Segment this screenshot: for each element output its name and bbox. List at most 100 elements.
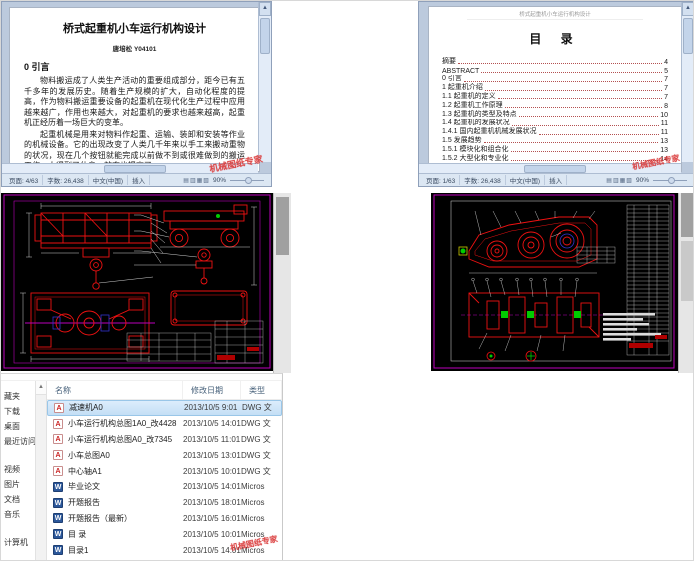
list-item[interactable]: A 中心轴A1 2013/10/5 10:01 DWG 文	[47, 463, 282, 479]
file-name: 开题报告（最新）	[68, 513, 132, 523]
view-mode-icons[interactable]: ▤▥▦▧	[603, 177, 636, 184]
list-item[interactable]: A 小车运行机构总图A0_改7345 2013/10/5 11:01 DWG 文	[47, 432, 282, 448]
toc-entry-label: 1.1 起重机的定义	[442, 92, 496, 100]
column-header-type[interactable]: 类型	[241, 381, 282, 399]
status-insert-mode: 插入	[545, 175, 568, 185]
sidebar-item[interactable]: 计算机	[1, 535, 35, 550]
file-type: DWG 文	[241, 419, 271, 429]
sidebar-item[interactable]: 音乐	[1, 507, 35, 522]
file-name: 减速机A0	[69, 403, 103, 413]
toc-entry: 1 起重机介绍 7	[442, 83, 668, 92]
toc-leader-dots	[504, 101, 663, 109]
status-wordcount: 字数: 26,438	[460, 175, 506, 185]
sidebar-item[interactable]: 图片	[1, 477, 35, 492]
status-language: 中文(中国)	[506, 175, 546, 185]
list-item[interactable]: W 毕业论文 2013/10/5 14:01 Micros	[47, 479, 282, 495]
word-file-icon: W	[53, 481, 63, 492]
file-type: DWG 文	[242, 403, 272, 413]
scroll-up-icon[interactable]: ▲	[682, 2, 693, 16]
toc-page-number: 4	[664, 58, 668, 66]
toc-leader-dots	[484, 84, 663, 91]
list-item[interactable]: W 开题报告（最新） 2013/10/5 16:01 Micros	[47, 511, 282, 527]
list-item[interactable]: A 小车运行机构总图1A0_改4428 2013/10/5 14:01 DWG 文	[47, 416, 282, 432]
sidebar-item[interactable]: 视频	[1, 462, 35, 477]
file-type: Micros	[241, 482, 265, 492]
file-explorer-window: 藏夹下载桌面最近访问的位置视频图片文档音乐计算机 ▲ 名称 修改日期 类型 A减…	[1, 373, 283, 560]
toc-page-number: 7	[664, 93, 668, 101]
file-rows: A 减速机A0 2013/10/5 9:01 DWG 文 A 小车运行机构总图1A0_改4…	[47, 400, 282, 558]
toc-leader-dots	[483, 136, 659, 144]
dwg-file-icon: A	[53, 434, 63, 445]
list-item[interactable]: A 减速机A0 2013/10/5 9:01 DWG 文	[47, 400, 282, 416]
cad-side-panel[interactable]	[273, 193, 291, 373]
vertical-scrollbar[interactable]: ▲	[681, 2, 693, 162]
toc-entry-label: 摘要	[442, 57, 456, 65]
cad-green-marker	[216, 214, 220, 218]
sidebar-item[interactable]: 文档	[1, 492, 35, 507]
word-file-icon: W	[53, 529, 63, 540]
toc-entry-label: 1.2 起重机工作原理	[442, 101, 503, 109]
sidebar-item[interactable]: 藏夹	[1, 389, 35, 404]
scroll-up-icon[interactable]: ▲	[259, 2, 271, 16]
toc-leader-dots	[463, 75, 663, 82]
toc-page-number: 13	[660, 137, 668, 145]
toc-entry-label: 1.3 起重机的类型及特点	[442, 110, 517, 118]
sidebar-item[interactable]: 下载	[1, 404, 35, 419]
status-language: 中文(中国)	[89, 175, 129, 185]
scroll-thumb[interactable]	[260, 18, 270, 54]
cad-window-reducer	[431, 193, 693, 373]
file-name: 开题报告	[68, 498, 100, 508]
dwg-file-icon: A	[53, 466, 63, 477]
zoom-slider[interactable]	[230, 177, 264, 184]
toc-page-number: 11	[660, 120, 668, 128]
dwg-file-icon: A	[53, 450, 63, 461]
file-date: 2013/10/5 16:01	[183, 513, 241, 523]
scroll-thumb[interactable]	[683, 18, 693, 54]
cad-canvas[interactable]	[431, 193, 678, 371]
status-bar: 页面: 4/63 字数: 26,438 中文(中国) 插入 ▤▥▦▧ 90%	[2, 173, 271, 186]
toc-title: 目 录	[529, 32, 581, 46]
toc-page-number: 10	[660, 111, 668, 119]
page-header-text: 桥式起重机小车运行机构设计	[466, 10, 644, 20]
desktop-collage: 桥式起重机小车运行机构设计 唐培松 Y04101 0 引言 物料搬运成了人类生产…	[0, 0, 694, 561]
sidebar-item[interactable]: 桌面	[1, 419, 35, 434]
sidebar-item[interactable]: 最近访问的位置	[1, 434, 35, 449]
toc-entry: 1.4.1 国内起重机机械发展状况 11	[442, 127, 668, 136]
dwg-file-icon: A	[54, 402, 64, 413]
toc-entry: 1.2 起重机工作原理 8	[442, 101, 668, 110]
toc-leader-dots	[538, 128, 659, 135]
toc-leader-dots	[518, 110, 659, 118]
toc-entry: 摘要 4	[442, 57, 668, 66]
cad-side-panel[interactable]	[678, 193, 693, 373]
word-file-icon: W	[53, 497, 63, 508]
scroll-thumb[interactable]	[523, 164, 586, 173]
toc-page-number: 7	[664, 85, 668, 93]
zoom-slider[interactable]	[653, 177, 687, 184]
document-page[interactable]: 桥式起重机小车运行机构设计 唐培松 Y04101 0 引言 物料搬运成了人类生产…	[9, 7, 260, 172]
file-type: Micros	[241, 498, 265, 508]
list-item[interactable]: A 小车总图A0 2013/10/5 13:01 DWG 文	[47, 447, 282, 463]
cad-canvas[interactable]	[1, 193, 273, 371]
file-name: 中心轴A1	[68, 466, 102, 476]
file-date: 2013/10/5 11:01	[183, 434, 241, 444]
column-header-name[interactable]: 名称	[47, 381, 183, 399]
document-paragraphs: 物料搬运成了人类生产活动的重要组成部分，距今已有五千多年的发展历史。随着生产规模…	[24, 76, 245, 171]
document-page[interactable]: 桥式起重机小车运行机构设计 目 录 摘要 4 ABSTRACT 5 0 引言 7 1 起重机…	[428, 6, 682, 172]
file-type: DWG 文	[241, 450, 271, 460]
toc-entry-label: 0 引言	[442, 75, 462, 83]
list-item[interactable]: W 开题报告 2013/10/5 18:01 Micros	[47, 495, 282, 511]
toc-entry-label: 1.5.2 大型化和专业化	[442, 154, 509, 162]
scroll-up-icon[interactable]: ▲	[36, 381, 46, 395]
sidebar-scrollbar[interactable]: ▲	[35, 381, 47, 560]
vertical-scrollbar[interactable]: ▲	[258, 2, 271, 162]
scroll-thumb[interactable]	[104, 164, 167, 173]
view-mode-icons[interactable]: ▤▥▦▧	[180, 177, 213, 184]
status-page: 页面: 4/63	[5, 175, 44, 185]
document-author: 唐培松 Y04101	[112, 46, 157, 53]
toc-entry: 1.5 发展趋势 13	[442, 136, 668, 145]
cad-panel-block	[276, 197, 289, 255]
document-title: 桥式起重机小车运行机构设计	[63, 23, 206, 35]
file-type: DWG 文	[241, 466, 271, 476]
toc-leader-dots	[481, 66, 663, 74]
column-header-date[interactable]: 修改日期	[183, 381, 241, 399]
